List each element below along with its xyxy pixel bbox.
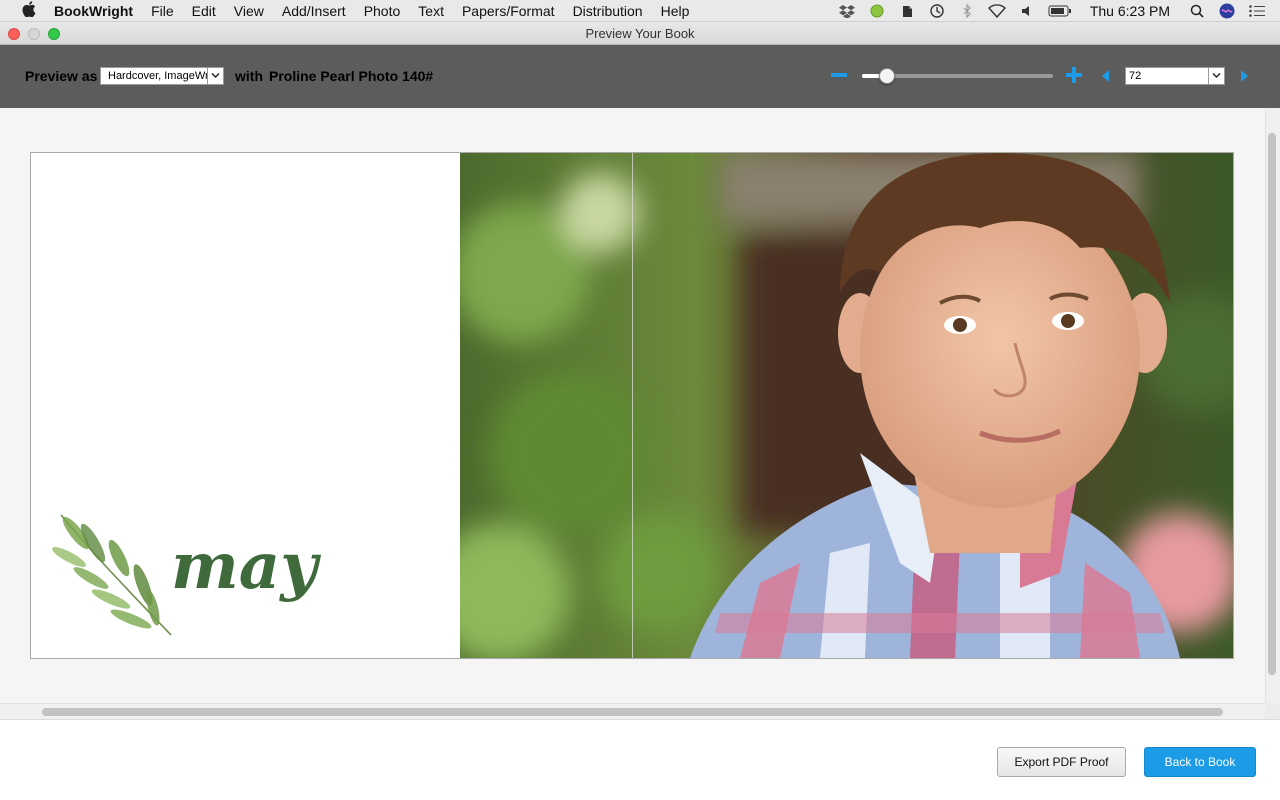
menu-bar: BookWright File Edit View Add/Insert Pho… (0, 0, 1280, 22)
preview-as-select[interactable]: Hardcover, ImageWrap (100, 67, 224, 85)
menu-text[interactable]: Text (418, 3, 444, 19)
export-pdf-proof-button[interactable]: Export PDF Proof (997, 747, 1126, 777)
menu-add-insert[interactable]: Add/Insert (282, 3, 346, 19)
next-page-icon[interactable] (1241, 70, 1248, 82)
window-title: Preview Your Book (585, 26, 695, 41)
previous-page-icon[interactable] (1102, 70, 1109, 82)
battery-icon[interactable] (1048, 4, 1072, 18)
boy-portrait-photo (460, 153, 1233, 658)
vertical-scroll-thumb[interactable] (1268, 133, 1276, 675)
zoom-in-icon[interactable] (1066, 67, 1082, 83)
menu-app-name[interactable]: BookWright (54, 3, 133, 19)
apple-menu-icon[interactable] (18, 0, 40, 21)
preview-as-value: Hardcover, ImageWrap (108, 70, 221, 82)
page-select-value: 72 (1129, 70, 1142, 82)
photo-frame (460, 153, 1233, 658)
spotlight-search-icon[interactable] (1188, 4, 1206, 18)
menu-distribution[interactable]: Distribution (573, 3, 643, 19)
time-machine-icon[interactable] (928, 4, 946, 18)
window-title-bar: Preview Your Book (0, 22, 1280, 45)
status-dot-icon[interactable] (868, 4, 886, 18)
chevron-down-icon[interactable] (207, 68, 223, 84)
menu-view[interactable]: View (234, 3, 264, 19)
page-select[interactable]: 72 (1125, 67, 1225, 85)
volume-icon[interactable] (1018, 4, 1036, 18)
back-to-book-button[interactable]: Back to Book (1144, 747, 1256, 777)
wifi-icon[interactable] (987, 4, 1006, 18)
app-menu: BookWright File Edit View Add/Insert Pho… (54, 3, 707, 19)
bluetooth-icon[interactable] (958, 4, 976, 18)
spread-gutter-line (632, 153, 633, 658)
preview-as-label: Preview as (25, 68, 98, 84)
horizontal-scroll-thumb[interactable] (42, 708, 1223, 716)
page-title-word: may (171, 529, 321, 604)
menu-photo[interactable]: Photo (364, 3, 401, 19)
paper-type-label: Proline Pearl Photo 140# (269, 68, 434, 84)
leaf-sprig-illustration: may (52, 514, 321, 636)
zoom-slider-knob[interactable] (879, 68, 895, 84)
dropbox-icon[interactable] (838, 4, 856, 18)
chevron-down-icon[interactable] (1208, 68, 1224, 84)
siri-icon[interactable] (1218, 3, 1236, 19)
with-label: with (235, 68, 263, 84)
menu-clock[interactable]: Thu 6:23 PM (1090, 3, 1170, 19)
notification-center-icon[interactable] (1248, 4, 1266, 18)
menu-edit[interactable]: Edit (192, 3, 216, 19)
left-page: may (31, 153, 460, 658)
menu-papers-format[interactable]: Papers/Format (462, 3, 555, 19)
book-spread: may (30, 152, 1234, 659)
zoom-out-icon[interactable] (831, 73, 847, 77)
menu-help[interactable]: Help (661, 3, 690, 19)
status-tray: Thu 6:23 PM (838, 0, 1280, 22)
menu-file[interactable]: File (151, 3, 174, 19)
evernote-icon[interactable] (898, 4, 916, 18)
